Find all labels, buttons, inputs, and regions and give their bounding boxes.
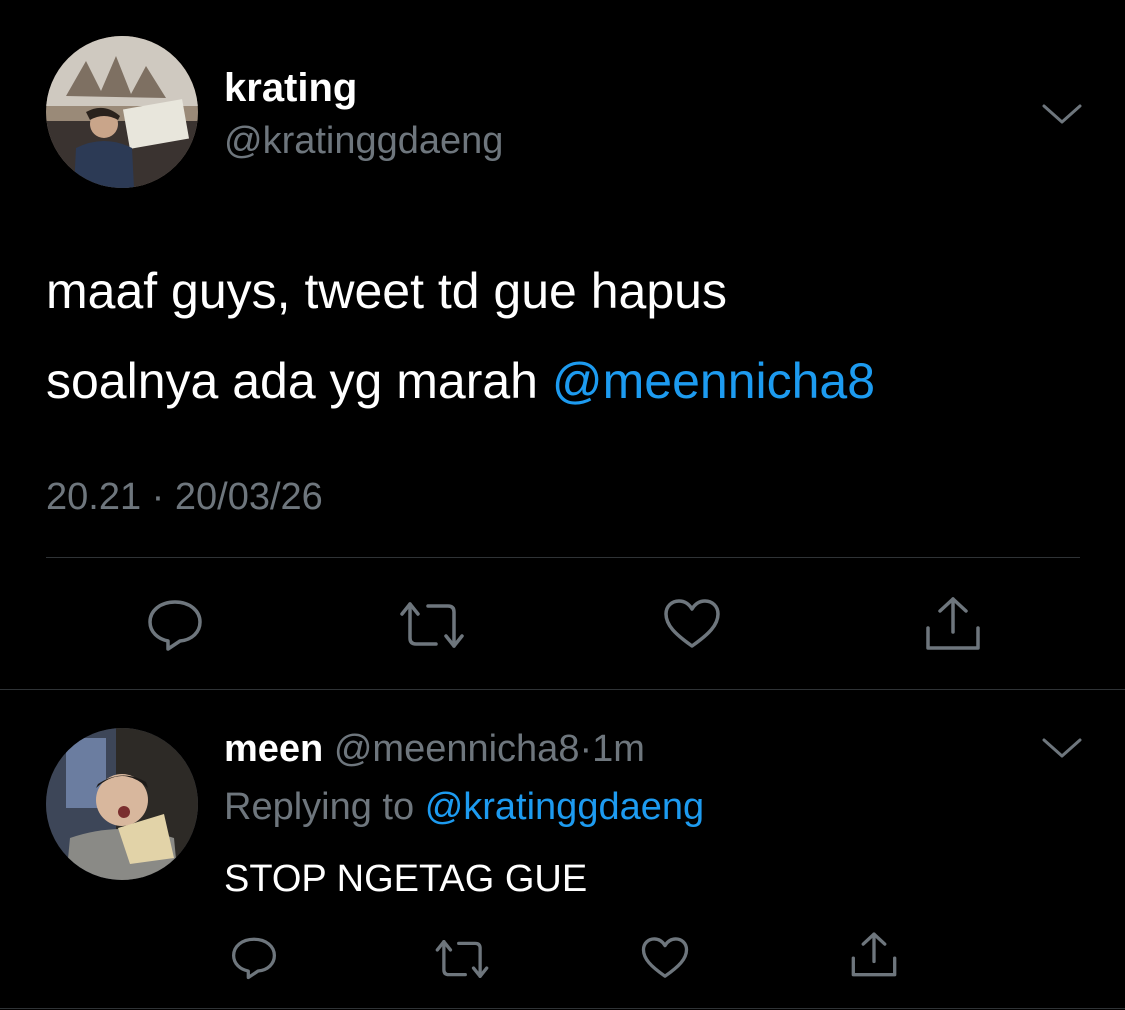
reply-header: meen @meennicha8·1m <box>224 726 645 772</box>
divider <box>0 1008 1125 1009</box>
timestamp-separator: · <box>151 476 165 518</box>
divider <box>0 689 1125 690</box>
tweet-text-line-2-prefix: soalnya ada yg marah <box>46 353 552 409</box>
tweet-text-line-2: soalnya ada yg marah @meennicha8 <box>46 336 875 426</box>
retweet-icon[interactable] <box>398 600 466 650</box>
profile-photo-icon <box>46 36 198 188</box>
author-handle[interactable]: @kratinggdaeng <box>224 118 503 164</box>
reply-age: 1m <box>592 728 645 770</box>
author-handle[interactable]: @meennicha8 <box>334 728 580 770</box>
mention-link[interactable]: @meennicha8 <box>552 353 875 409</box>
like-icon[interactable] <box>641 936 689 980</box>
replying-to: Replying to @kratinggdaeng <box>224 784 704 830</box>
author-name[interactable]: krating <box>224 64 357 112</box>
like-icon[interactable] <box>663 598 721 650</box>
tweet-time: 20.21 <box>46 476 142 518</box>
retweet-icon[interactable] <box>434 938 490 980</box>
avatar[interactable] <box>46 728 198 880</box>
chevron-down-icon[interactable] <box>1040 100 1084 128</box>
tweet-date: 20/03/26 <box>174 476 323 518</box>
share-icon[interactable] <box>850 930 898 978</box>
reply-text: STOP NGETAG GUE <box>224 858 588 900</box>
author-name[interactable]: meen <box>224 728 323 770</box>
chevron-down-icon[interactable] <box>1040 734 1084 762</box>
tweet-text: maaf guys, tweet td gue hapus soalnya ad… <box>46 246 875 426</box>
reply-icon[interactable] <box>230 936 278 980</box>
divider <box>46 557 1080 558</box>
tweet-timestamp: 20.21 · 20/03/26 <box>46 474 323 520</box>
tweet-text-line-1: maaf guys, tweet td gue hapus <box>46 263 727 319</box>
replying-to-link[interactable]: @kratinggdaeng <box>425 786 704 828</box>
replying-label: Replying to <box>224 786 415 828</box>
reply-icon[interactable] <box>146 598 204 652</box>
header-separator: · <box>579 728 593 770</box>
profile-photo-icon <box>46 728 198 880</box>
avatar[interactable] <box>46 36 198 188</box>
share-icon[interactable] <box>924 594 982 652</box>
